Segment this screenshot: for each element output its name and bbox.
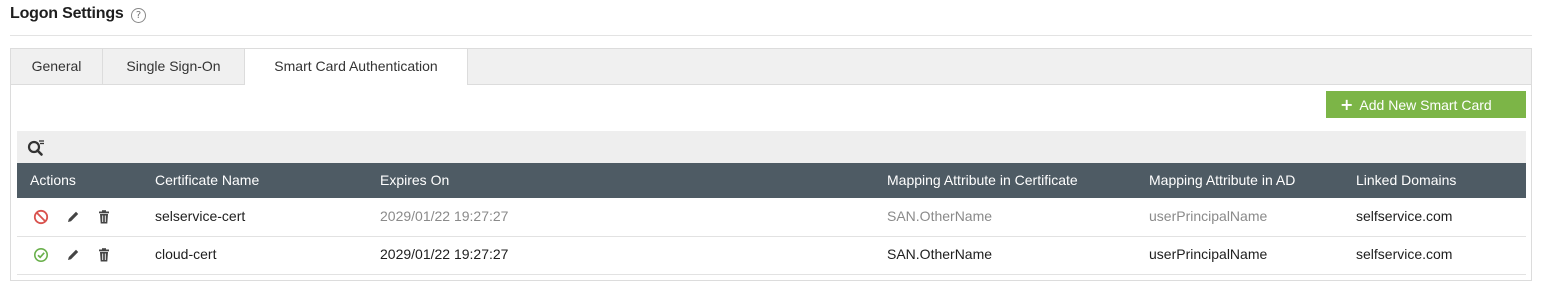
column-header-mapping-attribute-ad[interactable]: Mapping Attribute in AD xyxy=(1149,163,1295,198)
search-bar xyxy=(17,131,1526,163)
certificate-name: cloud-cert xyxy=(155,246,217,262)
settings-panel: General Single Sign-On Smart Card Authen… xyxy=(10,48,1532,281)
tab-single-sign-on[interactable]: Single Sign-On xyxy=(103,49,245,84)
plus-icon: + xyxy=(1340,95,1354,114)
add-new-smart-card-button[interactable]: + Add New Smart Card xyxy=(1326,91,1526,118)
enabled-icon[interactable] xyxy=(33,247,49,263)
column-header-certificate-name[interactable]: Certificate Name xyxy=(155,163,259,198)
page-title: Logon Settings xyxy=(10,5,124,22)
tab-bar: General Single Sign-On Smart Card Authen… xyxy=(11,49,1531,85)
title-divider xyxy=(10,35,1532,36)
add-button-label: Add New Smart Card xyxy=(1359,97,1492,113)
pencil-icon[interactable] xyxy=(65,247,81,263)
column-header-linked-domains[interactable]: Linked Domains xyxy=(1356,163,1456,198)
table-header: Actions Certificate Name Expires On Mapp… xyxy=(17,163,1526,198)
mapping-attribute-certificate: SAN.OtherName xyxy=(887,208,993,224)
trash-icon[interactable] xyxy=(96,247,112,263)
column-header-expires-on[interactable]: Expires On xyxy=(380,163,449,198)
column-header-actions: Actions xyxy=(30,172,76,188)
table-row: selservice-cert 2029/01/22 19:27:27 SAN.… xyxy=(17,198,1526,237)
tab-general[interactable]: General xyxy=(11,49,103,84)
column-header-mapping-attribute-certificate[interactable]: Mapping Attribute in Certificate xyxy=(887,163,1078,198)
tab-smart-card-authentication[interactable]: Smart Card Authentication xyxy=(245,49,468,85)
expires-on: 2029/01/22 19:27:27 xyxy=(380,208,509,224)
trash-icon[interactable] xyxy=(96,209,112,225)
linked-domains: selfservice.com xyxy=(1356,208,1453,224)
expires-on: 2029/01/22 19:27:27 xyxy=(380,246,509,262)
help-icon[interactable]: ? xyxy=(131,8,146,23)
mapping-attribute-ad: userPrincipalName xyxy=(1149,208,1268,224)
search-filter-icon[interactable] xyxy=(27,139,45,157)
disabled-icon[interactable] xyxy=(33,209,49,225)
mapping-attribute-certificate: SAN.OtherName xyxy=(887,246,993,262)
linked-domains: selfservice.com xyxy=(1356,246,1453,262)
mapping-attribute-ad: userPrincipalName xyxy=(1149,246,1268,262)
certificate-name: selservice-cert xyxy=(155,208,246,224)
table-row: cloud-cert 2029/01/22 19:27:27 SAN.Other… xyxy=(17,236,1526,275)
pencil-icon[interactable] xyxy=(65,209,81,225)
